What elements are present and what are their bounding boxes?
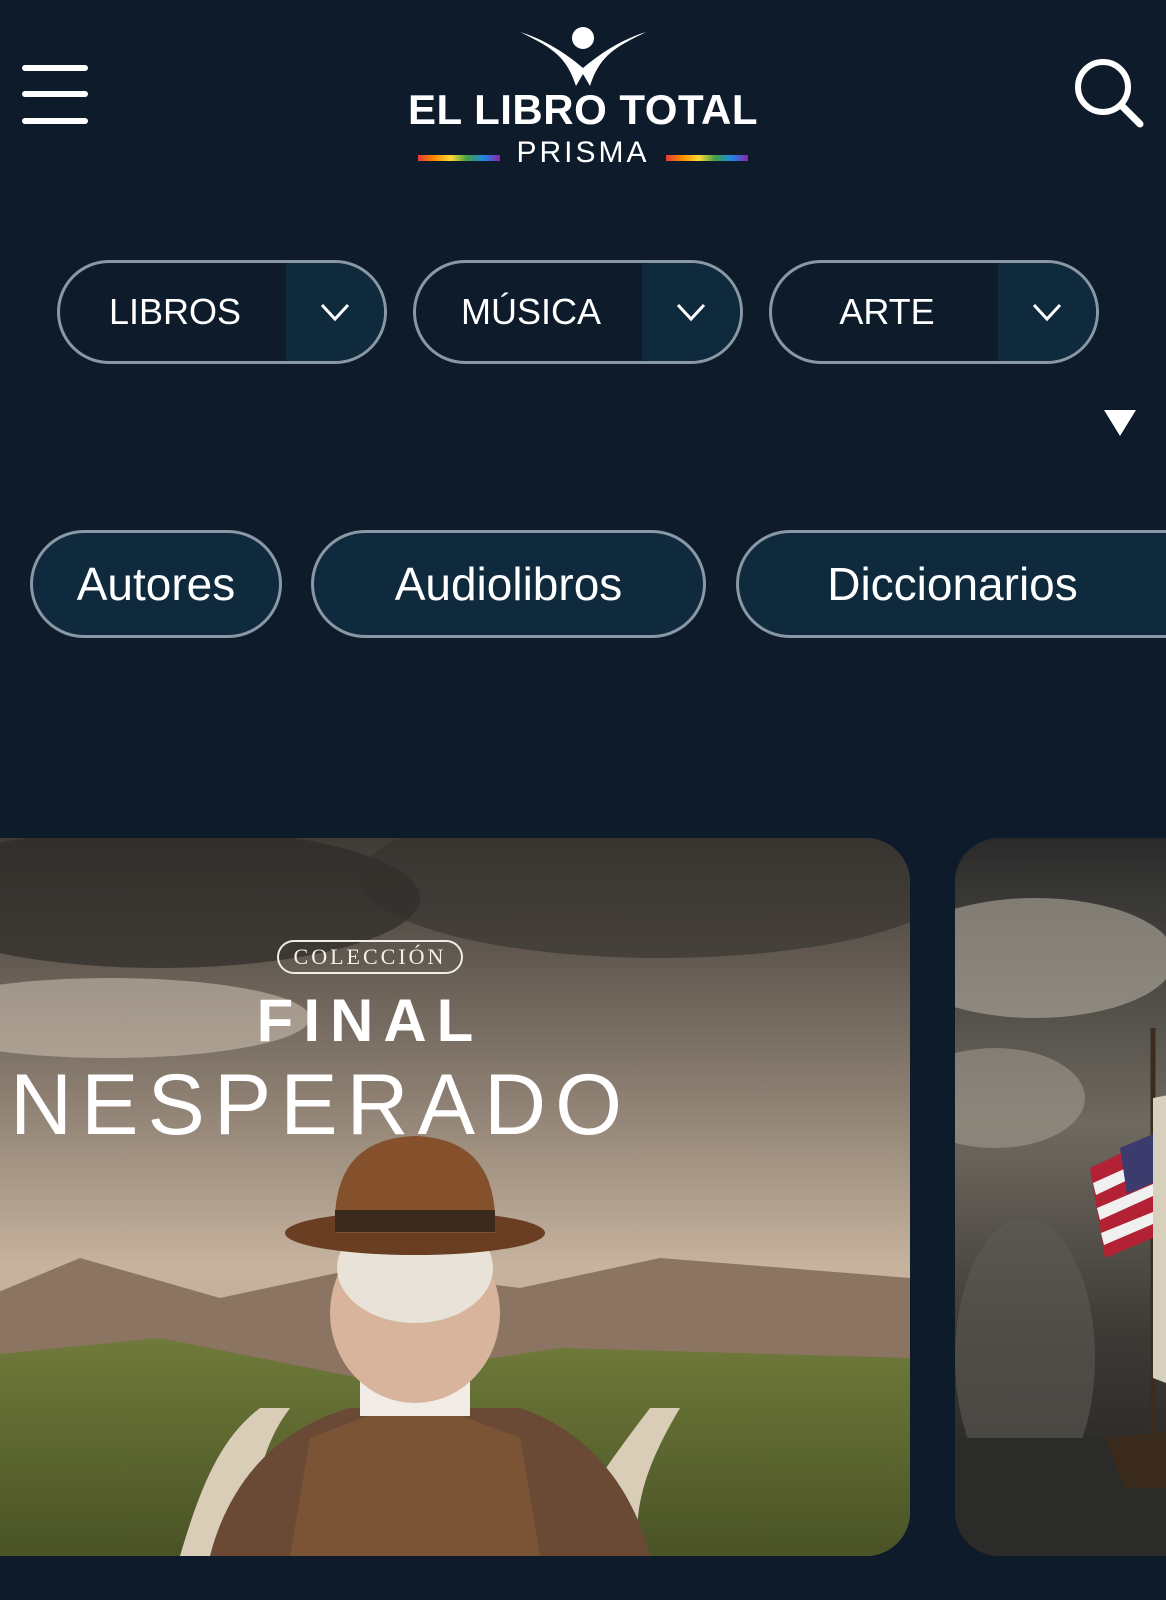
card-title-line2: NESPERADO [10,1057,632,1153]
top-bar: EL LIBRO TOTAL PRISMA [0,0,1166,200]
featured-card-secondary[interactable] [955,838,1166,1556]
category-dropdown-musica[interactable]: MÚSICA [413,260,743,364]
logo-title: EL LIBRO TOTAL [408,86,758,133]
collection-badge: COLECCIÓN [277,940,463,974]
category-label: ARTE [839,291,935,332]
quick-link-diccionarios[interactable]: Diccionarios [736,530,1166,638]
chevron-down-icon[interactable] [642,263,740,361]
expand-triangle-icon[interactable] [1104,410,1136,436]
logo-subtitle: PRISMA [516,136,650,169]
hamburger-menu-icon[interactable] [20,62,90,128]
chevron-down-icon[interactable] [998,263,1096,361]
search-icon[interactable] [1072,56,1146,130]
card-artwork [955,838,1166,1556]
logo-subtitle-row: PRISMA [400,136,766,176]
site-logo[interactable]: EL LIBRO TOTAL PRISMA [400,24,766,174]
quick-link-autores[interactable]: Autores [30,530,282,638]
featured-card-final-inesperado[interactable]: COLECCIÓN FINAL NESPERADO [0,838,910,1556]
category-label: MÚSICA [460,291,601,332]
reader-figure-logo-icon [520,27,646,86]
rainbow-line-right [666,155,748,161]
quick-link-audiolibros[interactable]: Audiolibros [311,530,706,638]
category-label: LIBROS [108,291,242,332]
category-dropdown-arte[interactable]: ARTE [769,260,1099,364]
chevron-down-icon[interactable] [286,263,384,361]
category-dropdown-libros[interactable]: LIBROS [57,260,387,364]
card-title-line1: FINAL [256,987,484,1054]
